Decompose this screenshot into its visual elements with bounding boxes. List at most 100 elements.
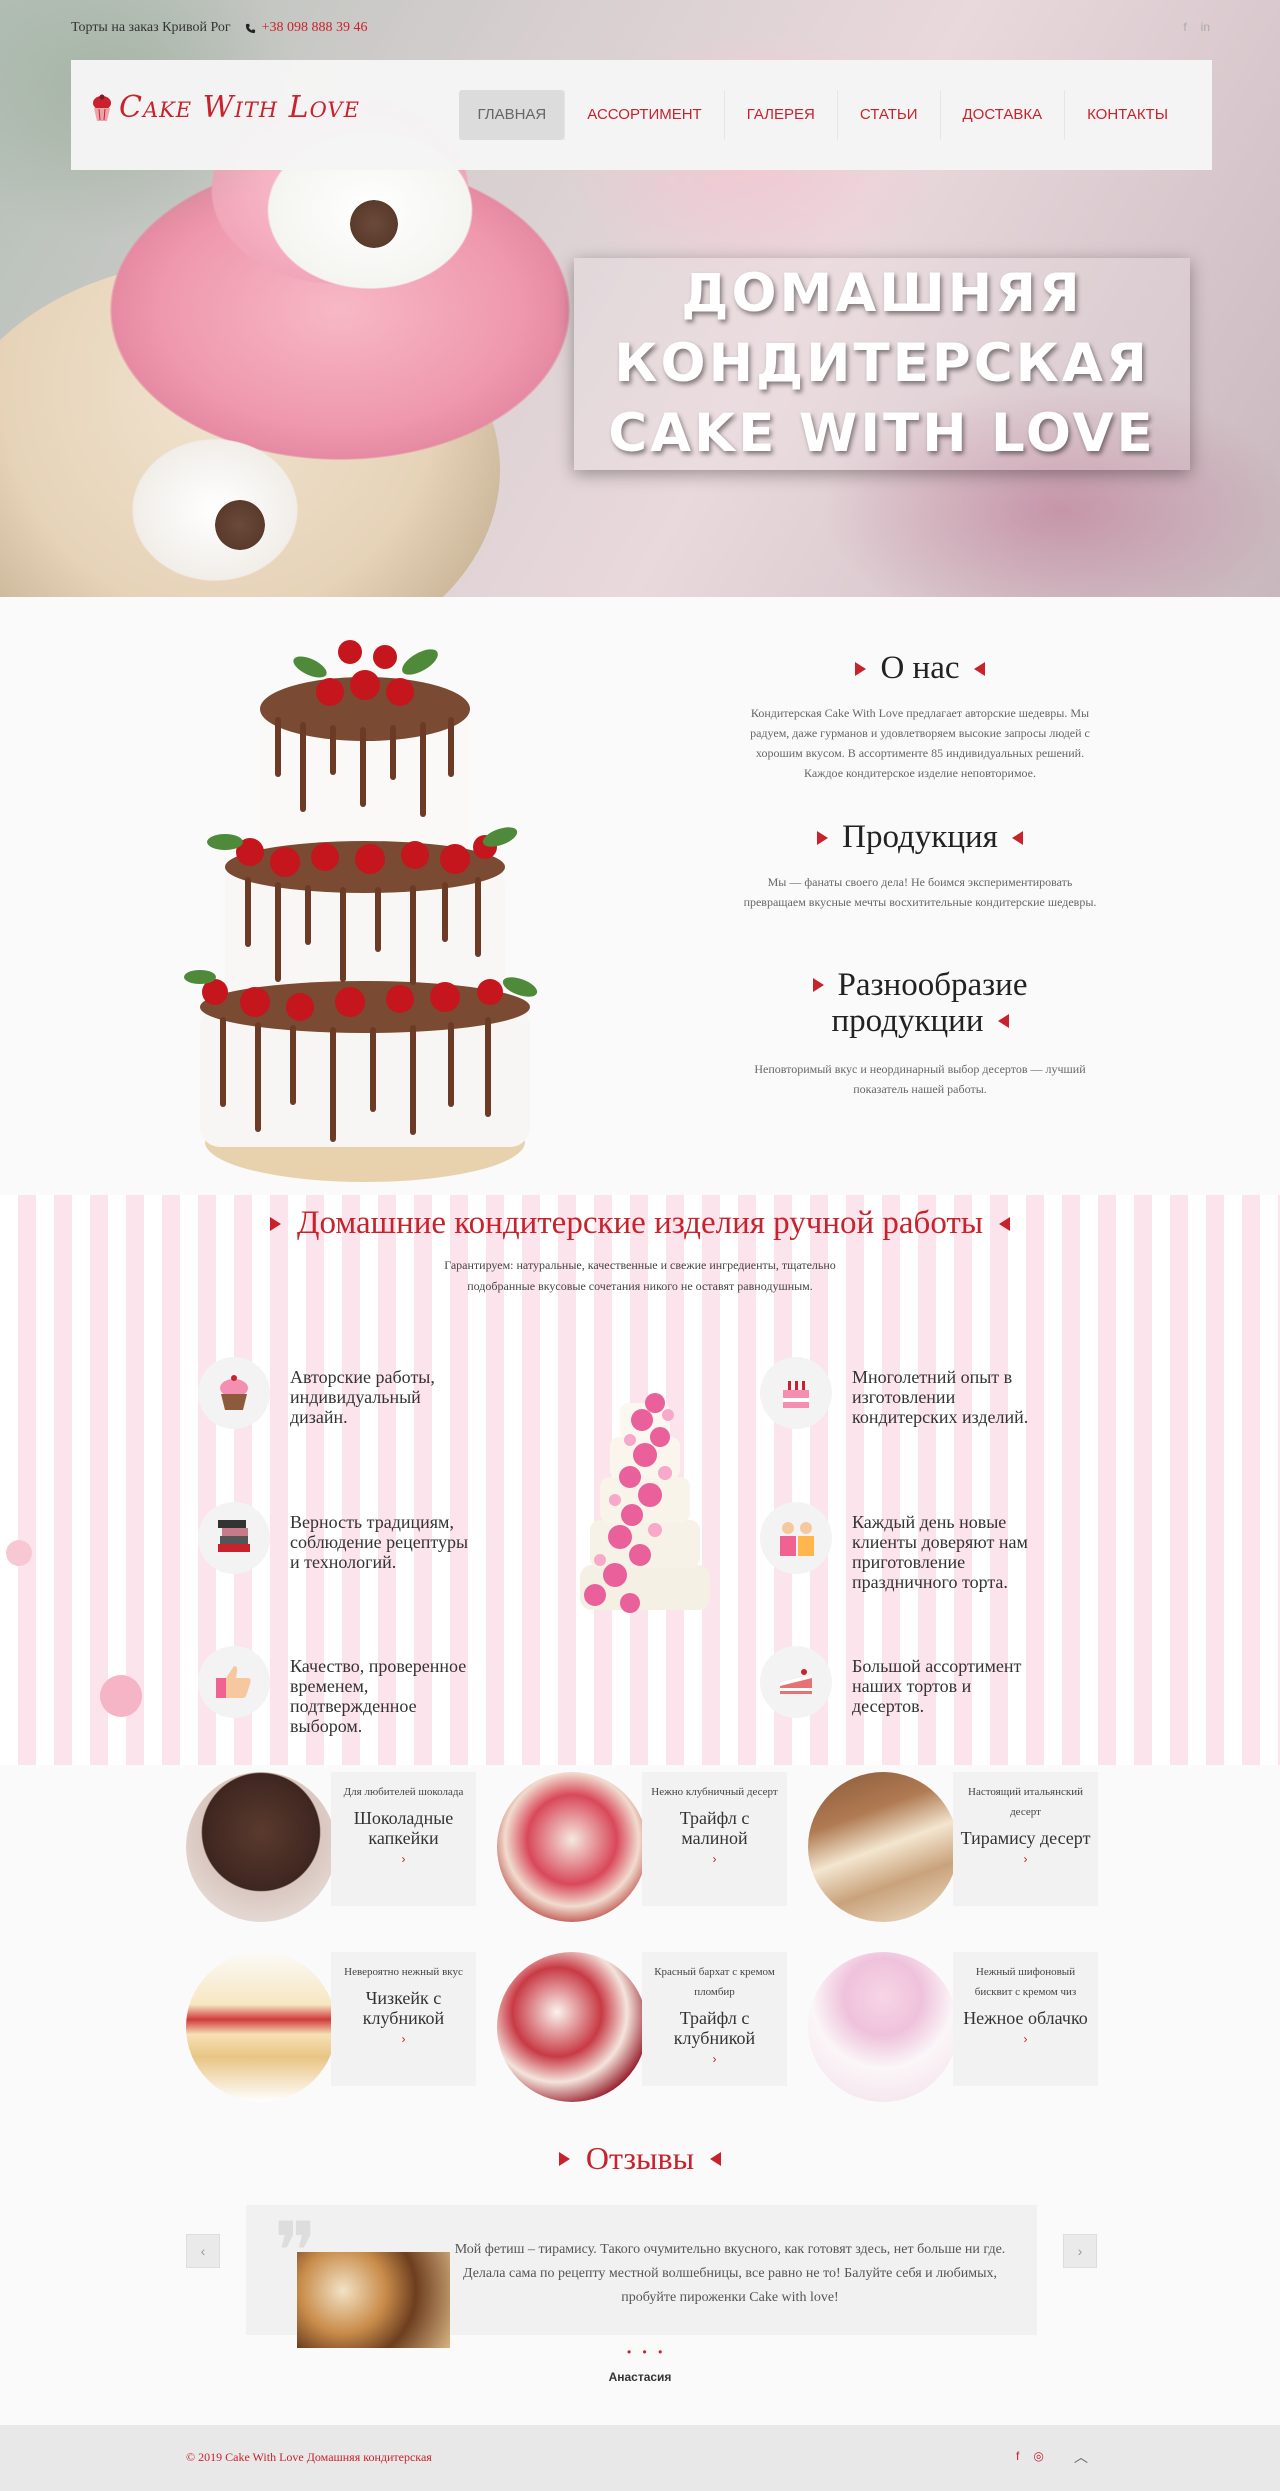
feature-item: Верность традициям, соблюдение рецептуры… bbox=[198, 1502, 478, 1574]
review-pagination-dots[interactable]: • • • bbox=[627, 2345, 666, 2359]
topbar-tagline: Торты на заказ Кривой Рог bbox=[71, 20, 231, 35]
triangle-left-icon bbox=[973, 661, 985, 676]
footer-social: f ◎ bbox=[1016, 2449, 1044, 2463]
triangle-left-icon bbox=[997, 1014, 1009, 1028]
nav-item-delivery[interactable]: ДОСТАВКА bbox=[939, 90, 1065, 140]
product-arrow-icon[interactable]: › bbox=[648, 2052, 781, 2066]
product-name: Трайфл с малиной bbox=[679, 1808, 750, 1848]
feature-item: Каждый день новые клиенты доверяют нам п… bbox=[760, 1502, 1040, 1592]
product-subtitle: Для любителей шоколада bbox=[343, 1786, 464, 1798]
reviews-heading: Отзывы bbox=[0, 2140, 1280, 2177]
triangle-right-icon bbox=[269, 1216, 281, 1231]
decor-dot bbox=[100, 1675, 142, 1717]
product-name: Трайфл с клубникой bbox=[673, 2008, 756, 2048]
nav-item-assortment[interactable]: АССОРТИМЕНТ bbox=[564, 90, 723, 140]
main-nav: ГЛАВНАЯ АССОРТИМЕНТ ГАЛЕРЕЯ СТАТЬИ ДОСТА… bbox=[459, 90, 1190, 140]
product-name: Шоколадные капкейки bbox=[353, 1808, 454, 1848]
product-subtitle: Нежный шифоновый бисквит с кремом чиз bbox=[974, 1966, 1077, 1998]
product-arrow-icon[interactable]: › bbox=[648, 1852, 781, 1866]
nav-item-gallery[interactable]: ГАЛЕРЕЯ bbox=[723, 90, 837, 140]
variety-text: Неповторимый вкус и неординарный выбор д… bbox=[754, 1062, 1086, 1096]
cake-slice-icon bbox=[760, 1646, 832, 1718]
birthday-cake-icon bbox=[760, 1357, 832, 1429]
product-arrow-icon[interactable]: › bbox=[337, 1852, 470, 1866]
product-info: Красный бархат с кремом пломбир Трайфл с… bbox=[642, 1952, 787, 2086]
topbar-social: f in bbox=[1183, 20, 1210, 34]
triangle-right-icon bbox=[558, 2151, 570, 2166]
about-block-products: Продукция Мы — фанаты своего дела! Не бо… bbox=[720, 819, 1120, 912]
feature-text: Авторские работы, индивидуальный дизайн. bbox=[290, 1367, 435, 1427]
cupcake-logo-icon bbox=[93, 94, 111, 121]
flower-cake-image bbox=[580, 1393, 710, 1613]
product-card[interactable]: Настоящий итальянский десерт Тирамису де… bbox=[808, 1772, 1098, 1922]
hero-title: ДОМАШНЯЯ КОНДИТЕРСКАЯ CAKE WITH LOVE bbox=[608, 259, 1156, 469]
footer: © 2019 Cake With Love Домашняя кондитерс… bbox=[0, 2425, 1280, 2491]
product-image bbox=[497, 1952, 647, 2102]
product-subtitle: Невероятно нежный вкус bbox=[344, 1966, 463, 1978]
about-section: О нас Кондитерская Cake With Love предла… bbox=[0, 597, 1280, 1195]
product-info: Для любителей шоколада Шоколадные капкей… bbox=[331, 1772, 476, 1906]
review-author: Анастасия bbox=[608, 2370, 672, 2384]
handmade-section: Домашние кондитерские изделия ручной раб… bbox=[0, 1195, 1280, 1765]
hero-title-line1: ДОМАШНЯЯ bbox=[681, 263, 1083, 324]
products-text: Мы — фанаты своего дела! Не боимся экспе… bbox=[743, 875, 1097, 909]
cupcake-icon bbox=[198, 1357, 270, 1429]
logo[interactable]: Cake With Love bbox=[91, 90, 360, 125]
about-text: Кондитерская Cake With Love предлагает а… bbox=[750, 706, 1090, 780]
products-heading: Продукция bbox=[720, 819, 1120, 856]
product-arrow-icon[interactable]: › bbox=[959, 1852, 1092, 1866]
reviews-title: Отзывы bbox=[585, 2140, 695, 2176]
feature-item: Авторские работы, индивидуальный дизайн. bbox=[198, 1357, 478, 1429]
product-name: Нежное облачко bbox=[963, 2008, 1088, 2028]
triangle-right-icon bbox=[812, 978, 824, 992]
handmade-title: Домашние кондитерские изделия ручной раб… bbox=[296, 1205, 983, 1241]
variety-title-line2: продукции bbox=[831, 1003, 984, 1039]
product-info: Настоящий итальянский десерт Тирамису де… bbox=[953, 1772, 1098, 1906]
product-card[interactable]: Нежно клубничный десерт Трайфл с малиной… bbox=[497, 1772, 787, 1922]
nav-item-contacts[interactable]: КОНТАКТЫ bbox=[1064, 90, 1190, 140]
product-name: Тирамису десерт bbox=[960, 1828, 1091, 1848]
triangle-right-icon bbox=[817, 830, 829, 845]
product-arrow-icon[interactable]: › bbox=[959, 2032, 1092, 2046]
hero-title-box: ДОМАШНЯЯ КОНДИТЕРСКАЯ CAKE WITH LOVE bbox=[574, 258, 1190, 470]
variety-title-line1: Разнообразие bbox=[837, 967, 1028, 1003]
about-block-variety: Разнообразие продукции Неповторимый вкус… bbox=[720, 967, 1120, 1099]
topbar-phone-link[interactable]: +38 098 888 39 46 bbox=[245, 20, 368, 36]
review-prev-button[interactable]: ‹ bbox=[186, 2234, 220, 2268]
thumbs-up-icon bbox=[198, 1646, 270, 1718]
triangle-left-icon bbox=[710, 2151, 722, 2166]
topbar: Торты на заказ Кривой Рог +38 098 888 39… bbox=[71, 20, 368, 36]
handmade-heading: Домашние кондитерские изделия ручной раб… bbox=[0, 1205, 1280, 1242]
product-card[interactable]: Красный бархат с кремом пломбир Трайфл с… bbox=[497, 1952, 787, 2102]
triangle-left-icon bbox=[1011, 830, 1023, 845]
handmade-subtitle: Гарантируем: натуральные, качественные и… bbox=[444, 1258, 836, 1293]
product-name: Чизкейк с клубникой bbox=[362, 1988, 445, 2028]
product-info: Нежно клубничный десерт Трайфл с малиной… bbox=[642, 1772, 787, 1906]
footer-copyright: © 2019 Cake With Love Домашняя кондитерс… bbox=[186, 2450, 432, 2464]
phone-icon bbox=[245, 23, 255, 33]
instagram-icon[interactable]: ◎ bbox=[1033, 2449, 1043, 2463]
variety-heading: Разнообразие продукции bbox=[720, 967, 1120, 1039]
facebook-icon[interactable]: f bbox=[1183, 20, 1186, 34]
feature-item: Большой ассортимент наших тортов и десер… bbox=[760, 1646, 1040, 1718]
instagram-icon[interactable]: in bbox=[1201, 20, 1210, 34]
product-card[interactable]: Для любителей шоколада Шоколадные капкей… bbox=[186, 1772, 476, 1922]
product-image bbox=[186, 1952, 336, 2102]
product-card[interactable]: Нежный шифоновый бисквит с кремом чиз Не… bbox=[808, 1952, 1098, 2102]
review-image bbox=[297, 2252, 450, 2348]
product-image bbox=[808, 1772, 958, 1922]
product-card[interactable]: Невероятно нежный вкус Чизкейк с клубник… bbox=[186, 1952, 476, 2102]
back-to-top-button[interactable]: ︿ bbox=[1074, 2447, 1088, 2467]
nav-item-articles[interactable]: СТАТЬИ bbox=[836, 90, 940, 140]
tiered-cake-image bbox=[184, 640, 538, 1182]
product-subtitle: Нежно клубничный десерт bbox=[651, 1786, 778, 1798]
review-next-button[interactable]: › bbox=[1063, 2234, 1097, 2268]
product-image bbox=[808, 1952, 958, 2102]
feature-text: Каждый день новые клиенты доверяют нам п… bbox=[852, 1512, 1028, 1592]
product-info: Невероятно нежный вкус Чизкейк с клубник… bbox=[331, 1952, 476, 2086]
facebook-icon[interactable]: f bbox=[1016, 2449, 1019, 2463]
about-title: О нас bbox=[880, 650, 960, 686]
nav-item-home[interactable]: ГЛАВНАЯ bbox=[459, 90, 565, 140]
decor-dot bbox=[6, 1540, 32, 1566]
product-arrow-icon[interactable]: › bbox=[337, 2032, 470, 2046]
